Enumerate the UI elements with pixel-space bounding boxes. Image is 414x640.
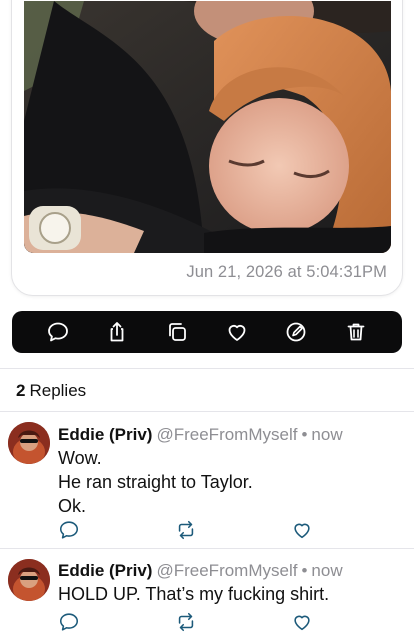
heart-icon [294, 615, 310, 631]
reply-actions [58, 611, 318, 633]
share-button[interactable] [102, 317, 132, 347]
comment-icon [47, 322, 68, 342]
post-photo[interactable] [24, 1, 391, 253]
reply-author-name[interactable]: Eddie (Priv) [58, 425, 152, 444]
reply-comment-button[interactable] [58, 519, 80, 541]
reply-repost-button[interactable] [175, 519, 197, 541]
post-action-bar [12, 311, 402, 353]
comment-button[interactable] [43, 317, 73, 347]
reply-line: Wow. [58, 448, 102, 468]
avatar[interactable] [8, 422, 50, 464]
reply-text: Wow. He ran straight to Taylor. Ok. [58, 446, 253, 518]
reply-text: HOLD UP. That’s my fucking shirt. [58, 582, 329, 606]
reply-header: Eddie (Priv) @FreeFromMyself • now [58, 425, 343, 445]
separator-dot: • [301, 425, 308, 444]
reply-line: Ok. [58, 496, 87, 516]
reply-line: He ran straight to Taylor. [58, 472, 253, 492]
reply-repost-button[interactable] [175, 611, 197, 633]
separator-dot: • [301, 561, 308, 580]
avatar[interactable] [8, 559, 50, 601]
photo-illustration [24, 1, 391, 253]
avatar-illustration [8, 422, 50, 464]
reply-author-name[interactable]: Eddie (Priv) [58, 561, 152, 580]
reply-item[interactable]: Eddie (Priv) @FreeFromMyself • now Wow. He … [0, 412, 414, 548]
share-icon [111, 322, 124, 342]
avatar-illustration [8, 559, 50, 601]
delete-button[interactable] [341, 317, 371, 347]
post-card: Jun 21, 2026 at 5:04:31PM [11, 0, 403, 296]
comment-icon [59, 613, 79, 631]
post-timestamp: Jun 21, 2026 at 5:04:31PM [186, 263, 387, 281]
reply-time: now [311, 561, 343, 580]
reply-actions [58, 519, 318, 541]
reply-like-button[interactable] [291, 611, 313, 633]
replies-header: 2 Replies [16, 381, 86, 401]
reply-line: HOLD UP. That’s my fucking shirt. [58, 584, 330, 604]
comment-icon [59, 521, 79, 539]
heart-icon [228, 324, 246, 341]
heart-icon [294, 523, 310, 539]
reply-time: now [311, 425, 343, 444]
section-divider [0, 368, 414, 369]
reply-item[interactable]: Eddie (Priv) @FreeFromMyself • now HOLD UP.… [0, 549, 414, 640]
reply-header: Eddie (Priv) @FreeFromMyself • now [58, 561, 343, 581]
repost-icon [178, 612, 194, 632]
repost-icon [178, 520, 194, 540]
reply-like-button[interactable] [291, 519, 313, 541]
reply-comment-button[interactable] [58, 611, 80, 633]
edit-icon [287, 322, 306, 342]
reply-author-handle[interactable]: @FreeFromMyself [156, 425, 297, 444]
edit-button[interactable] [281, 317, 311, 347]
copy-button[interactable] [162, 317, 192, 347]
reply-author-handle[interactable]: @FreeFromMyself [156, 561, 297, 580]
trash-icon [347, 323, 365, 341]
copy-icon [169, 323, 187, 341]
replies-label: Replies [29, 381, 87, 400]
like-button[interactable] [222, 317, 252, 347]
replies-count: 2 [16, 381, 26, 400]
